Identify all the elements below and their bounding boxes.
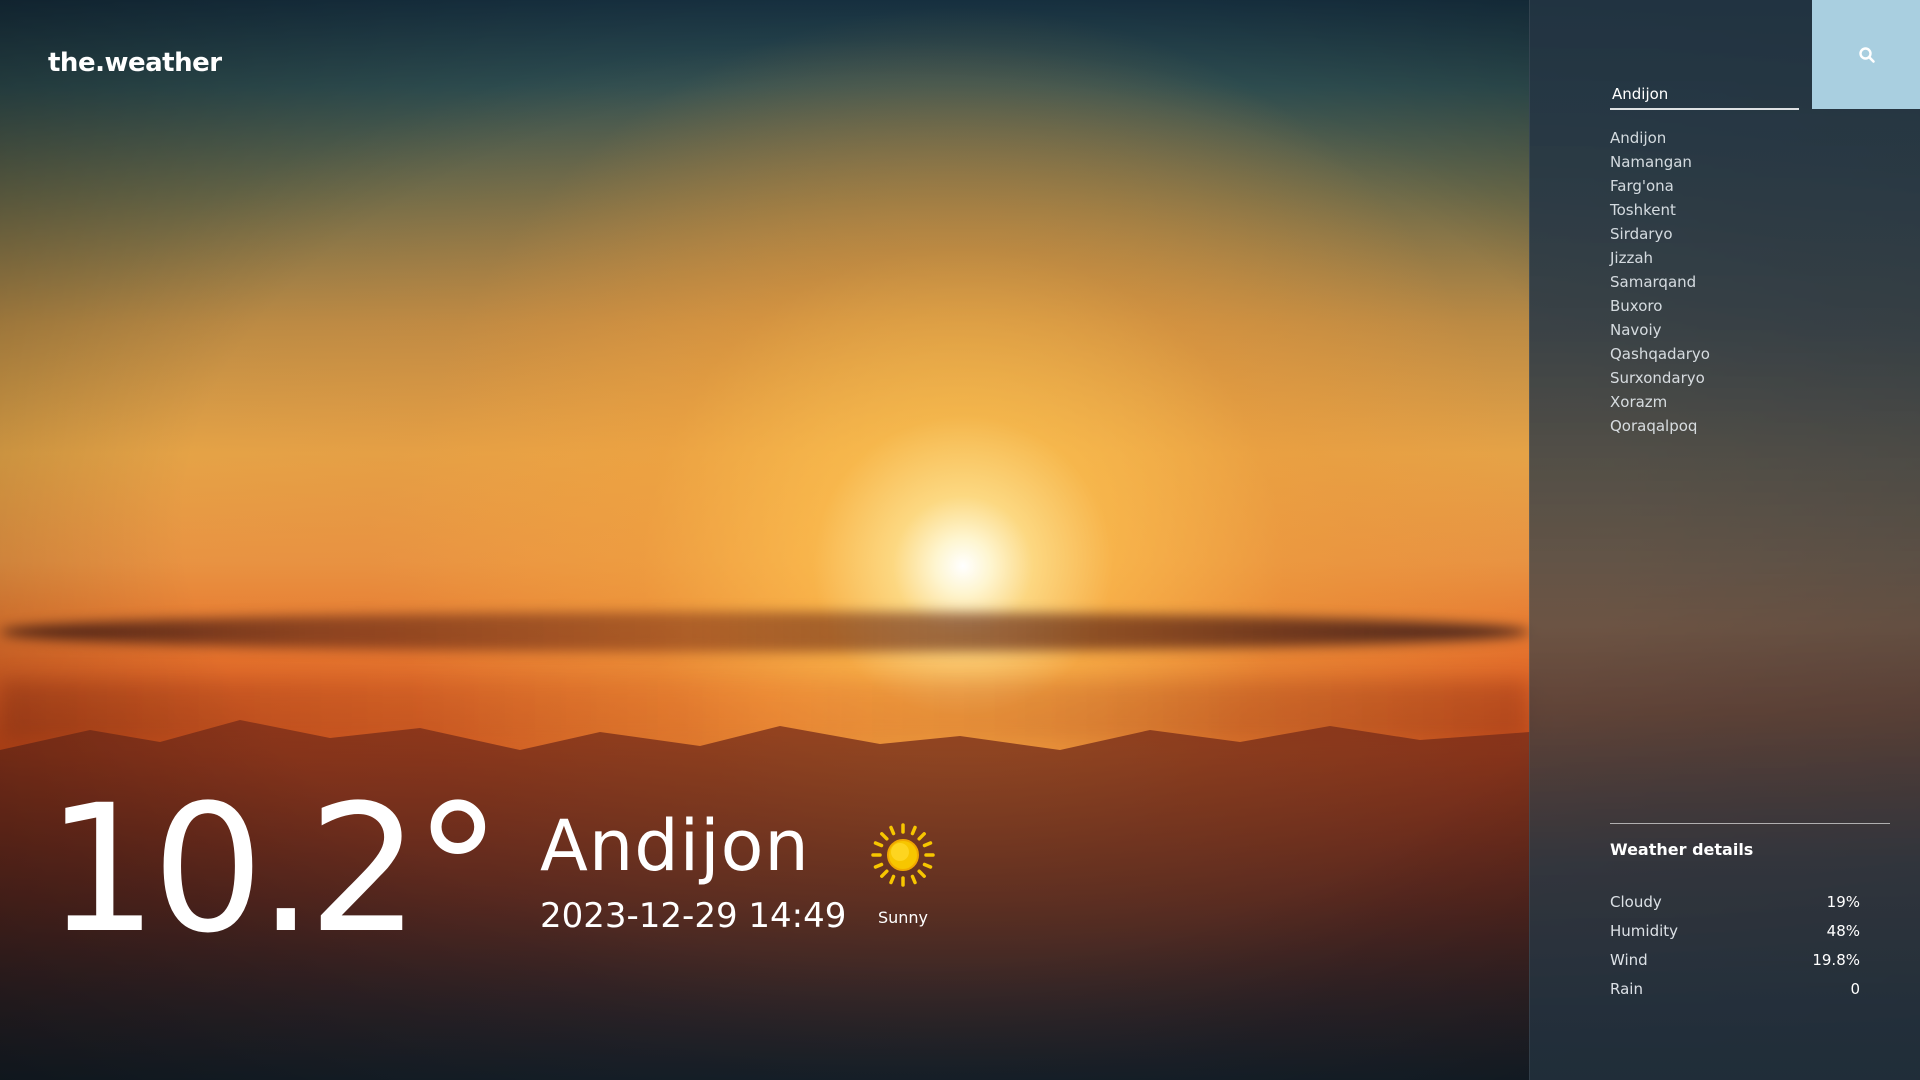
cloud-band bbox=[0, 612, 1530, 652]
detail-value: 19% bbox=[1826, 893, 1860, 911]
current-location-block: Andijon 2023-12-29 14:49 bbox=[540, 804, 846, 938]
city-list-item[interactable]: Qoraqalpoq bbox=[1610, 414, 1710, 438]
detail-value: 48% bbox=[1826, 922, 1860, 940]
detail-label: Cloudy bbox=[1610, 893, 1662, 911]
detail-row-rain: Rain 0 bbox=[1610, 975, 1860, 1004]
sun-icon bbox=[871, 823, 935, 887]
city-list-item[interactable]: Qashqadaryo bbox=[1610, 342, 1710, 366]
detail-value: 19.8% bbox=[1812, 951, 1860, 969]
city-list-item[interactable]: Farg'ona bbox=[1610, 174, 1710, 198]
current-datetime: 2023-12-29 14:49 bbox=[540, 896, 847, 936]
city-list-item[interactable]: Andijon bbox=[1610, 126, 1710, 150]
weather-condition-label: Sunny bbox=[877, 908, 929, 927]
city-list-item[interactable]: Jizzah bbox=[1610, 246, 1710, 270]
detail-row-wind: Wind 19.8% bbox=[1610, 946, 1860, 975]
current-temperature: 10.2° bbox=[46, 767, 502, 972]
detail-row-cloudy: Cloudy 19% bbox=[1610, 888, 1860, 917]
detail-label: Rain bbox=[1610, 980, 1643, 998]
weather-details-title: Weather details bbox=[1610, 840, 1754, 859]
city-list: Andijon Namangan Farg'ona Toshkent Sirda… bbox=[1610, 126, 1710, 438]
city-list-item[interactable]: Toshkent bbox=[1610, 198, 1710, 222]
weather-details: Cloudy 19% Humidity 48% Wind 19.8% Rain … bbox=[1610, 888, 1860, 1004]
current-city-name: Andijon bbox=[540, 805, 810, 887]
search-button[interactable] bbox=[1812, 0, 1920, 109]
city-list-item[interactable]: Navoiy bbox=[1610, 318, 1710, 342]
detail-label: Humidity bbox=[1610, 922, 1679, 940]
weather-app: the.weather 10.2° Andijon 2023-12-29 14:… bbox=[0, 0, 1920, 1080]
detail-value: 0 bbox=[1850, 980, 1860, 998]
search-icon bbox=[1858, 46, 1875, 63]
detail-row-humidity: Humidity 48% bbox=[1610, 917, 1860, 946]
app-logo[interactable]: the.weather bbox=[48, 48, 222, 78]
city-list-item[interactable]: Buxoro bbox=[1610, 294, 1710, 318]
detail-label: Wind bbox=[1610, 951, 1648, 969]
details-divider bbox=[1610, 823, 1890, 824]
city-list-item[interactable]: Samarqand bbox=[1610, 270, 1710, 294]
search-input[interactable] bbox=[1610, 82, 1799, 110]
city-list-item[interactable]: Sirdaryo bbox=[1610, 222, 1710, 246]
city-list-item[interactable]: Xorazm bbox=[1610, 390, 1710, 414]
weather-condition: Sunny bbox=[868, 822, 938, 927]
city-list-item[interactable]: Surxondaryo bbox=[1610, 366, 1710, 390]
sidebar-panel: Andijon Namangan Farg'ona Toshkent Sirda… bbox=[1529, 0, 1920, 1080]
city-list-item[interactable]: Namangan bbox=[1610, 150, 1710, 174]
